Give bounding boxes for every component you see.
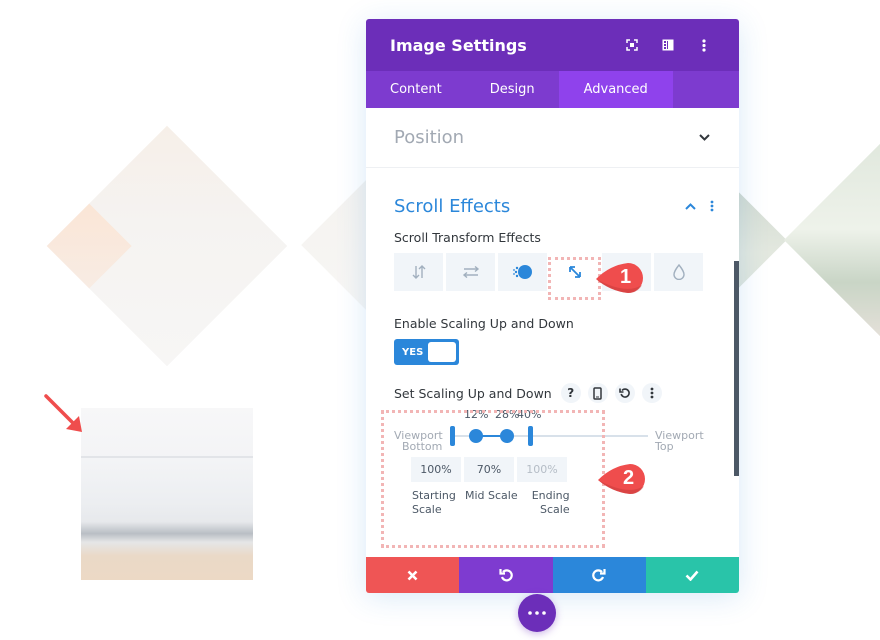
more-options-fab[interactable] [518,594,556,632]
enable-scaling-toggle[interactable]: YES [394,339,459,365]
more-horizontal-icon [528,611,546,615]
callout-number: 1 [620,266,632,288]
toggle-label: YES [402,346,424,358]
chevron-down-icon [697,131,711,145]
check-icon [685,570,699,581]
panel-scrollbar[interactable] [734,261,739,476]
section-position-toggle[interactable]: Position [366,108,739,168]
redo-icon [592,569,606,582]
red-arrow-annotation [44,394,82,432]
tab-bar: Content Design Advanced [366,71,739,108]
vertical-motion-button[interactable] [394,253,443,291]
help-icon[interactable]: ? [560,383,581,403]
redo-button[interactable] [552,557,646,593]
chevron-up-icon [683,199,697,213]
callout-marker-1: 1 [596,261,644,295]
undo-icon [499,569,513,582]
fading-icon [512,265,532,279]
tab-content[interactable]: Content [366,71,466,108]
panel-footer [366,557,739,593]
section-title: Position [394,127,465,148]
viewport-top-label: Viewport Top [655,429,704,453]
blur-button[interactable] [654,253,703,291]
background-diamond-image [46,125,288,367]
more-vertical-icon[interactable] [705,199,719,213]
horizontal-motion-button[interactable] [446,253,495,291]
set-scaling-label: Set Scaling Up and Down [394,385,552,401]
save-button[interactable] [645,557,739,593]
section-title: Scroll Effects [394,195,511,217]
vertical-motion-icon [412,265,425,279]
mobile-icon[interactable] [587,383,608,403]
background-diamond-image [783,133,880,347]
fading-button[interactable] [498,253,547,291]
highlight-box-scaling [548,257,601,300]
blur-icon [672,264,685,280]
highlight-box-slider [381,410,605,548]
expand-icon[interactable] [621,34,643,56]
horizontal-motion-icon [462,266,479,278]
more-vertical-icon[interactable] [641,383,662,403]
split-view-icon[interactable] [657,34,679,56]
tab-design[interactable]: Design [466,71,559,108]
section-scroll-effects-toggle[interactable]: Scroll Effects [366,188,739,224]
panel-header: Image Settings [366,19,739,71]
toggle-knob [428,342,456,362]
reset-icon[interactable] [614,383,635,403]
set-scaling-row: Set Scaling Up and Down ? [366,383,739,403]
cancel-button[interactable] [366,557,460,593]
panel-title: Image Settings [390,35,527,55]
more-vertical-icon[interactable] [693,34,715,56]
scroll-transform-label: Scroll Transform Effects [394,230,541,245]
close-icon [407,570,418,580]
page-canvas: Image Settings Content Design Advanced P… [0,0,880,640]
callout-number: 2 [623,467,635,489]
tab-advanced[interactable]: Advanced [558,71,673,108]
enable-scaling-label: Enable Scaling Up and Down [394,316,574,331]
scaled-image-module[interactable] [81,408,253,580]
callout-marker-2: 2 [598,462,646,496]
undo-button[interactable] [459,557,553,593]
